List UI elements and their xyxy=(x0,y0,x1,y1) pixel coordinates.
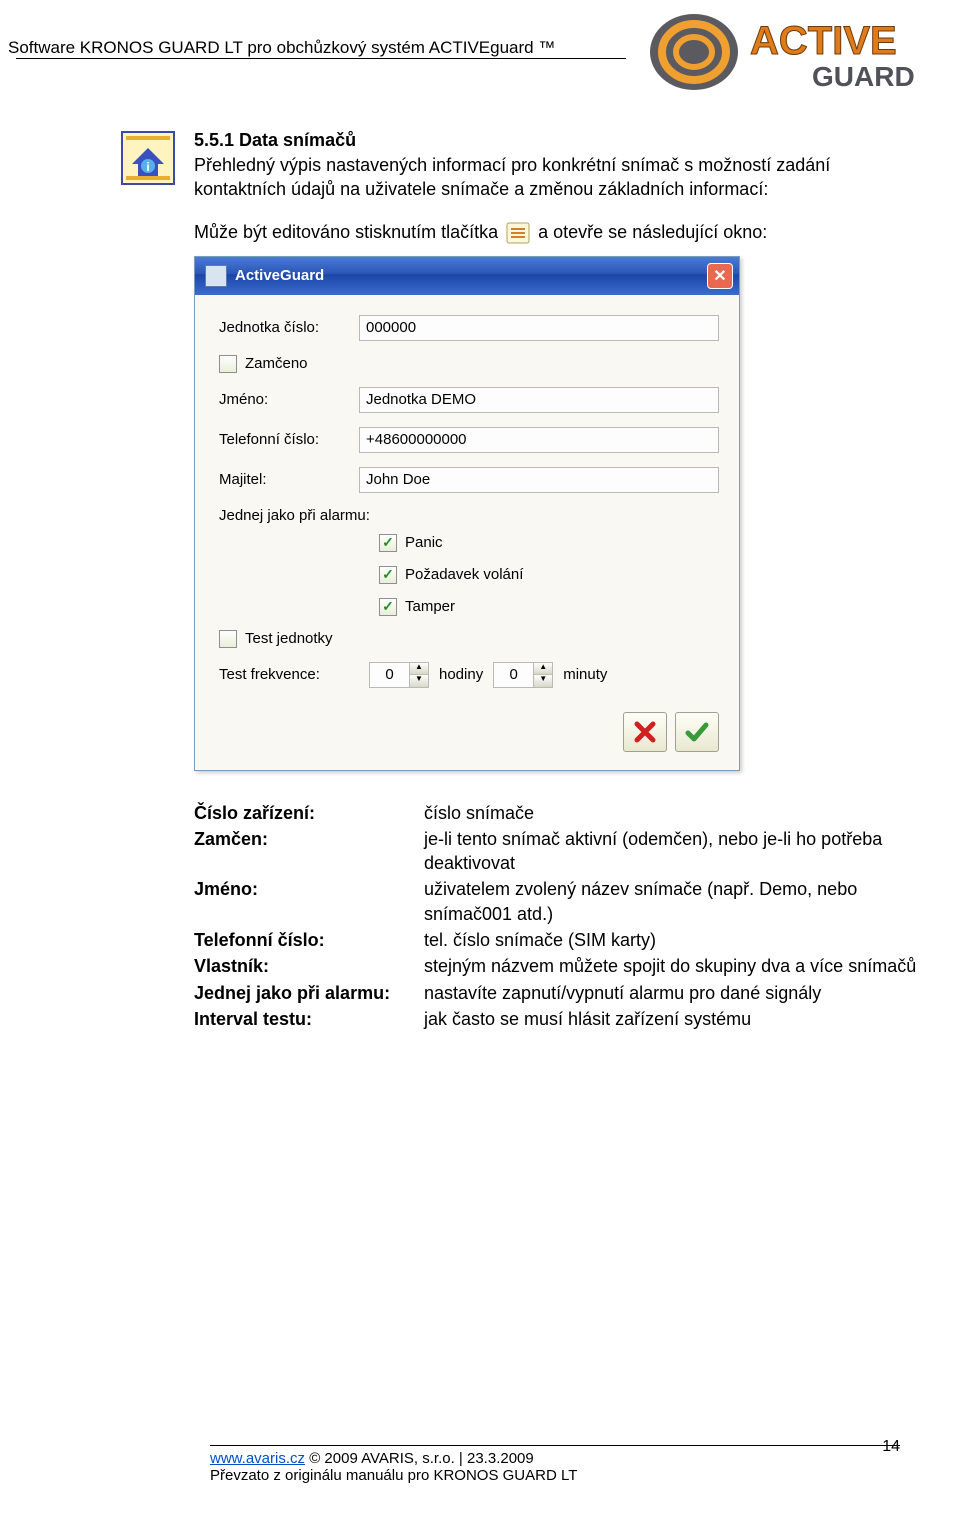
alarm-heading: Jednej jako při alarmu: xyxy=(219,507,719,524)
definitions-list: Číslo zařízení: číslo snímače Zamčen: je… xyxy=(194,801,920,1032)
minutes-unit: minuty xyxy=(563,666,607,683)
unit-no-label: Jednotka číslo: xyxy=(219,319,359,336)
name-input[interactable] xyxy=(359,387,719,413)
tamper-label: Tamper xyxy=(405,598,455,615)
edit-suffix: a otevře se následující okno: xyxy=(538,222,767,243)
dialog-body: Jednotka číslo: Zamčeno Jméno: Telefonní… xyxy=(195,295,739,770)
def-locked-val: je-li tento snímač aktivní (odemčen), ne… xyxy=(424,827,920,876)
section-row: i 5.5.1 Data snímačů Přehledný výpis nas… xyxy=(120,130,920,1033)
edit-prefix: Může být editováno stisknutím tlačítka xyxy=(194,222,498,243)
footer-link[interactable]: www.avaris.cz xyxy=(210,1450,305,1467)
panic-checkbox[interactable]: ✓ xyxy=(379,534,397,552)
dialog-title: ActiveGuard xyxy=(235,267,324,284)
call-request-checkbox[interactable]: ✓ xyxy=(379,566,397,584)
minutes-input[interactable] xyxy=(493,662,533,688)
footer-copyright: © 2009 AVARIS, s.r.o. | 23.3.2009 xyxy=(305,1450,534,1467)
home-info-icon: i xyxy=(120,130,176,186)
test-unit-label: Test jednotky xyxy=(245,630,333,647)
def-interval-val: jak často se musí hlásit zařízení systém… xyxy=(424,1007,920,1031)
logo-text-bottom: GUARD xyxy=(812,61,915,92)
def-phone-term: Telefonní číslo: xyxy=(194,928,424,952)
locked-checkbox[interactable] xyxy=(219,355,237,373)
page-header: Software KRONOS GUARD LT pro obchůzkový … xyxy=(0,0,960,94)
section-desc: Přehledný výpis nastavených informací pr… xyxy=(194,153,920,202)
activeguard-logo: ACTIVE GUARD xyxy=(640,10,940,94)
def-owner-val: stejným názvem můžete spojit do skupiny … xyxy=(424,954,920,978)
phone-label: Telefonní číslo: xyxy=(219,431,359,448)
logo-text-top: ACTIVE xyxy=(750,19,897,63)
header-title: Software KRONOS GUARD LT pro obchůzkový … xyxy=(8,10,640,59)
def-name-term: Jméno: xyxy=(194,877,424,926)
def-alarm-term: Jednej jako při alarmu: xyxy=(194,981,424,1005)
hours-input[interactable] xyxy=(369,662,409,688)
toolbar-edit-icon xyxy=(506,222,530,244)
svg-text:i: i xyxy=(146,160,149,174)
cancel-button[interactable] xyxy=(623,712,667,752)
locked-label: Zamčeno xyxy=(245,355,308,372)
dialog-app-icon xyxy=(205,265,227,287)
activeguard-dialog: ActiveGuard ✕ Jednotka číslo: Zamčeno Jm… xyxy=(194,256,740,771)
footer-source: Převzato z originálu manuálu pro KRONOS … xyxy=(210,1467,577,1484)
def-locked-term: Zamčen: xyxy=(194,827,424,876)
def-device-no-val: číslo snímače xyxy=(424,801,920,825)
hours-down-icon[interactable]: ▼ xyxy=(410,675,428,687)
def-device-no-term: Číslo zařízení: xyxy=(194,801,424,825)
header-title-text: Software KRONOS GUARD LT pro obchůzkový … xyxy=(8,38,555,57)
test-unit-checkbox[interactable] xyxy=(219,630,237,648)
tamper-checkbox[interactable]: ✓ xyxy=(379,598,397,616)
main-content: i 5.5.1 Data snímačů Přehledný výpis nas… xyxy=(0,94,960,1033)
close-icon[interactable]: ✕ xyxy=(707,263,733,289)
section-body: 5.5.1 Data snímačů Přehledný výpis nasta… xyxy=(194,130,920,1033)
def-name-val: uživatelem zvolený název snímače (např. … xyxy=(424,877,920,926)
minutes-down-icon[interactable]: ▼ xyxy=(534,675,552,687)
edit-instruction: Může být editováno stisknutím tlačítka a… xyxy=(194,222,920,244)
minutes-spinner[interactable]: ▲ ▼ xyxy=(493,662,553,688)
page-footer: www.avaris.cz © 2009 AVARIS, s.r.o. | 23… xyxy=(210,1445,900,1484)
dialog-titlebar: ActiveGuard ✕ xyxy=(195,257,739,295)
def-interval-term: Interval testu: xyxy=(194,1007,424,1031)
hours-unit: hodiny xyxy=(439,666,483,683)
def-owner-term: Vlastník: xyxy=(194,954,424,978)
name-label: Jméno: xyxy=(219,391,359,408)
call-request-label: Požadavek volání xyxy=(405,566,523,583)
owner-label: Majitel: xyxy=(219,471,359,488)
def-alarm-val: nastavíte zapnutí/vypnutí alarmu pro dan… xyxy=(424,981,920,1005)
owner-input[interactable] xyxy=(359,467,719,493)
panic-label: Panic xyxy=(405,534,443,551)
test-freq-label: Test frekvence: xyxy=(219,666,359,683)
phone-input[interactable] xyxy=(359,427,719,453)
def-phone-val: tel. číslo snímače (SIM karty) xyxy=(424,928,920,952)
ok-button[interactable] xyxy=(675,712,719,752)
unit-no-input[interactable] xyxy=(359,315,719,341)
header-divider xyxy=(16,58,626,59)
hours-spinner[interactable]: ▲ ▼ xyxy=(369,662,429,688)
section-title: 5.5.1 Data snímačů xyxy=(194,130,920,151)
